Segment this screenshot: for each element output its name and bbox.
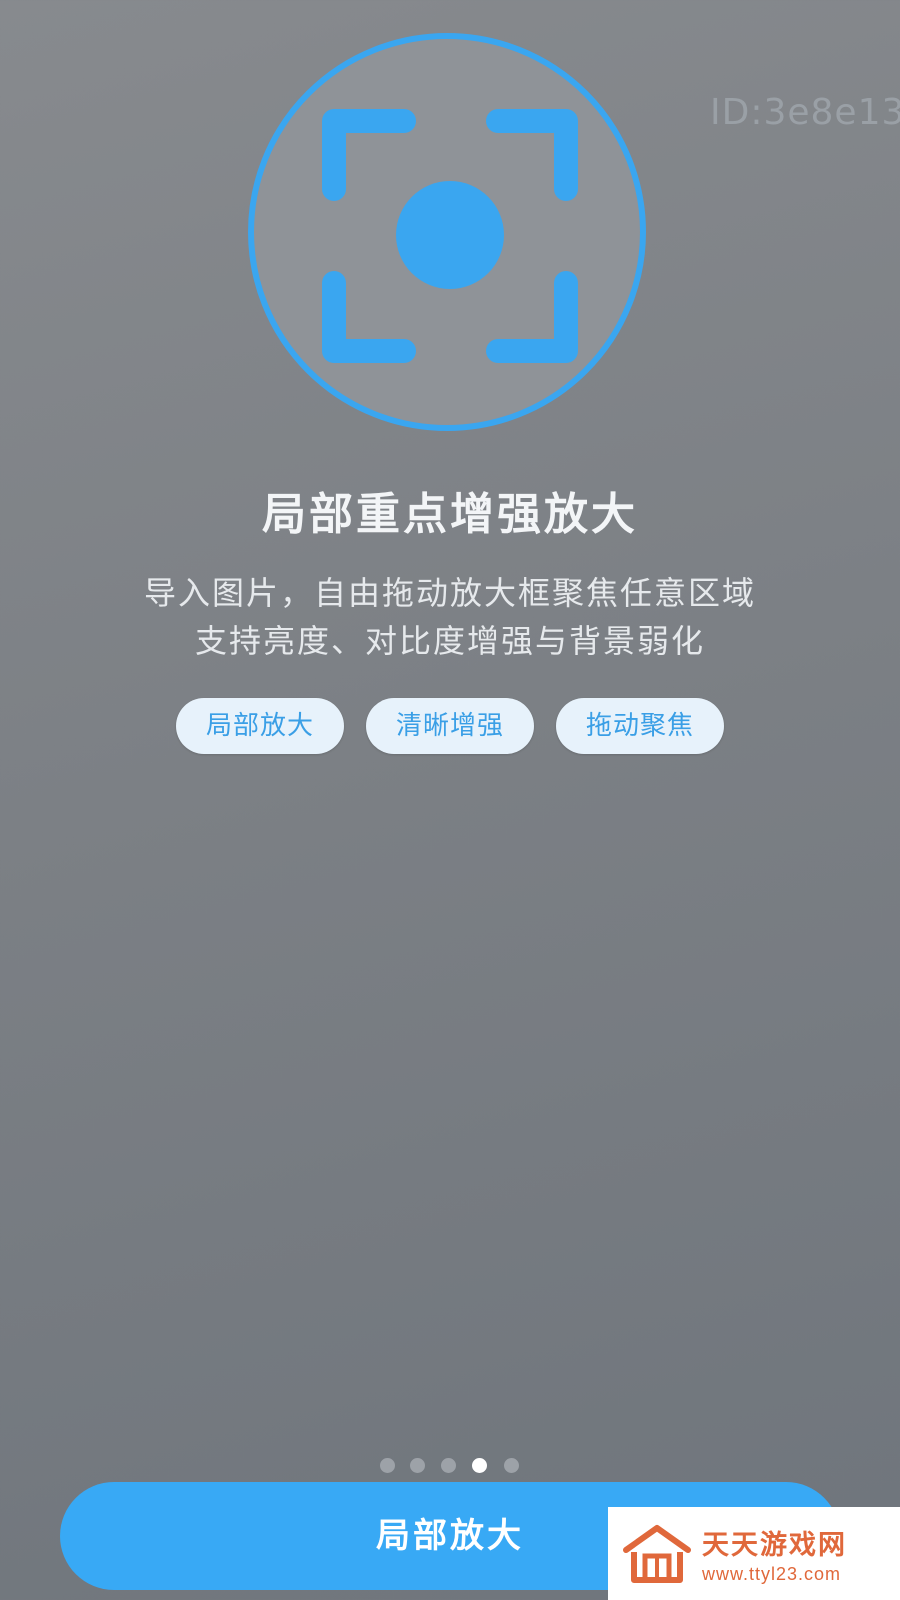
page-dot-5[interactable] (504, 1458, 519, 1473)
tag-chip-drag-focus: 拖动聚焦 (556, 698, 724, 754)
page-dot-2[interactable] (410, 1458, 425, 1473)
tag-chip-local-zoom: 局部放大 (176, 698, 344, 754)
onboarding-screen: ID:3e8e13 局部重点增强放大 导入图片，自由拖动放大框聚焦任意区域 支持… (0, 0, 900, 1600)
feature-tags: 局部放大 清晰增强 拖动聚焦 (0, 698, 900, 758)
feature-description-line-1: 导入图片，自由拖动放大框聚焦任意区域 (143, 574, 756, 612)
watermark-url: www.ttyl23.com (702, 1563, 842, 1584)
site-watermark: 天天游戏网 www.ttyl23.com (608, 1507, 900, 1600)
hero-illustration (248, 33, 646, 431)
watermark-title: 天天游戏网 (702, 1529, 847, 1561)
focus-frame-icon (322, 109, 578, 363)
tag-chip-clarity-enhance: 清晰增强 (366, 698, 534, 754)
page-dot-4-active[interactable] (472, 1458, 487, 1473)
feature-title: 局部重点增强放大 (262, 489, 638, 540)
house-logo-icon (623, 1524, 691, 1583)
feature-description-line-2: 支持亮度、对比度增强与背景弱化 (194, 622, 705, 660)
page-dot-3[interactable] (441, 1458, 456, 1473)
id-overlay-label: ID:3e8e13 (710, 92, 900, 133)
page-indicator (0, 1458, 900, 1478)
page-dot-1[interactable] (380, 1458, 395, 1473)
